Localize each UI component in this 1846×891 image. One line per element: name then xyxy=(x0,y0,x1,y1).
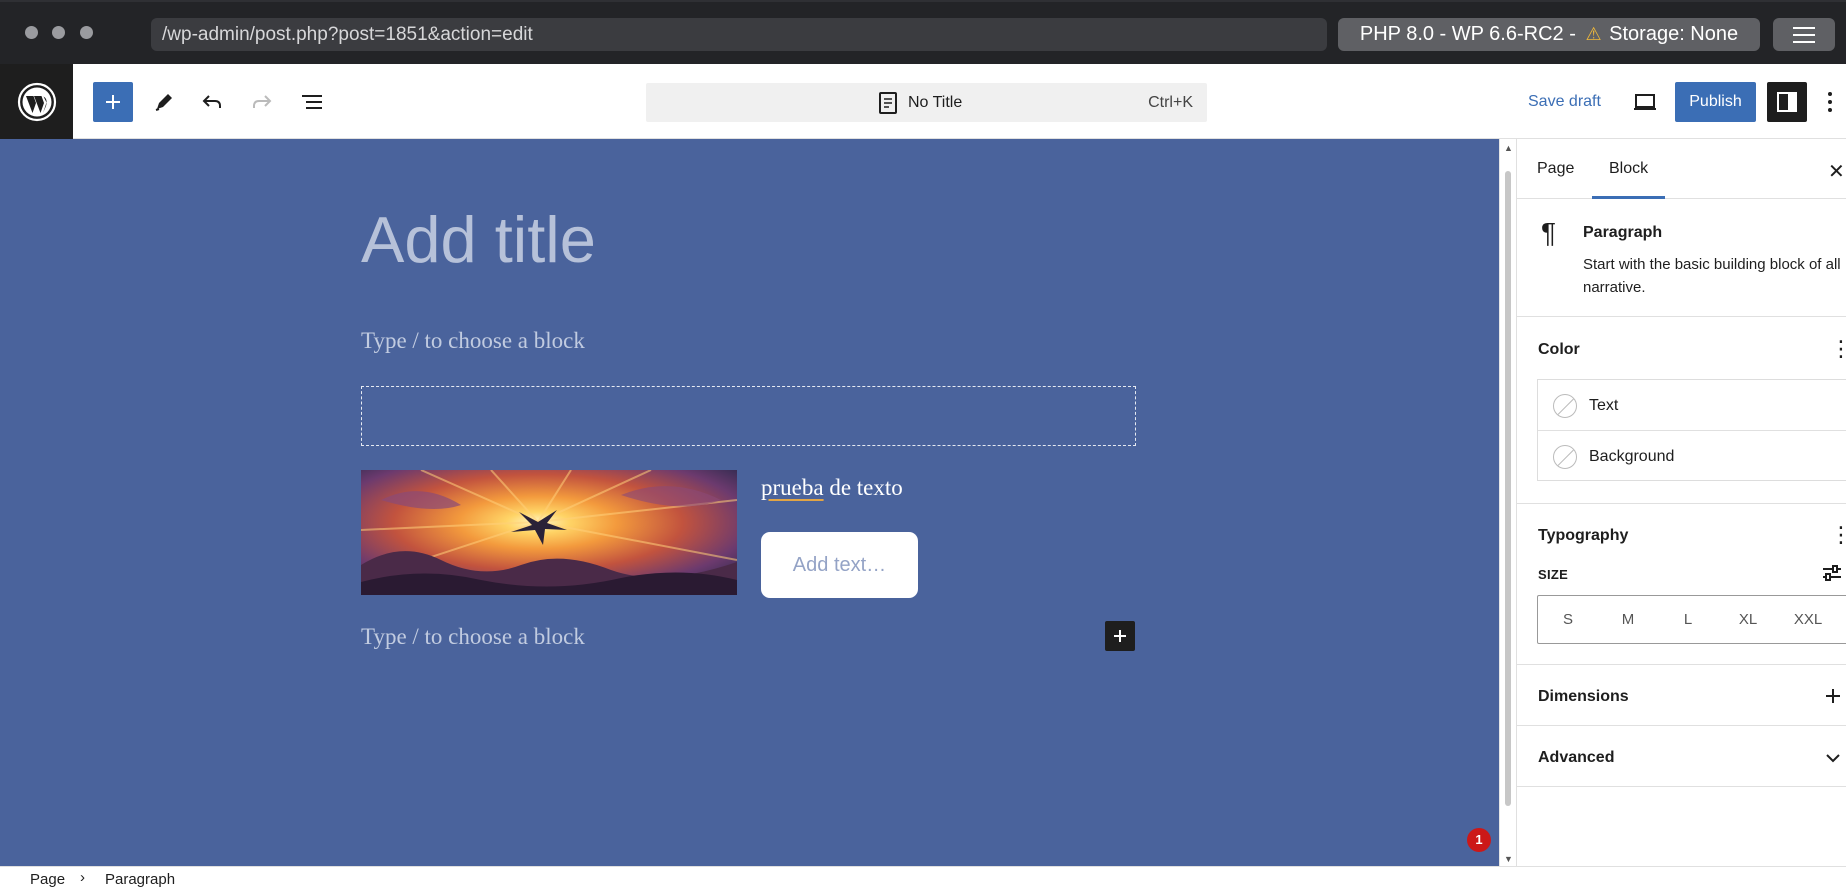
environment-text: PHP 8.0 - WP 6.6-RC2 - xyxy=(1359,23,1576,45)
browser-chrome: /wp-admin/post.php?post=1851&action=edit… xyxy=(0,0,1846,64)
font-size-picker: S M L XL XXL xyxy=(1537,595,1846,644)
settings-sidebar: Page Block ✕ ¶ Paragraph Start with the … xyxy=(1516,139,1846,866)
editor-canvas: Add title Type / to choose a block prueb… xyxy=(0,139,1499,866)
add-block-button[interactable] xyxy=(1105,621,1135,651)
close-icon[interactable]: ✕ xyxy=(1828,159,1845,184)
redo-button[interactable] xyxy=(242,82,282,122)
more-vertical-icon xyxy=(1828,92,1832,112)
settings-sidebar-toggle[interactable] xyxy=(1767,82,1807,122)
wordpress-logo-button[interactable] xyxy=(0,64,73,139)
block-name: Paragraph xyxy=(1583,224,1663,241)
notice-badge[interactable]: 1 xyxy=(1467,828,1491,852)
wordpress-icon xyxy=(17,82,56,121)
font-size-s[interactable]: S xyxy=(1538,596,1598,643)
sidebar-icon xyxy=(1777,92,1797,112)
dimensions-panel-title[interactable]: Dimensions xyxy=(1538,688,1629,706)
undo-button[interactable] xyxy=(192,82,232,122)
scrollbar-thumb[interactable] xyxy=(1505,171,1511,806)
document-icon xyxy=(879,92,897,114)
font-size-label: SIZE xyxy=(1538,567,1569,582)
background-color-option[interactable]: Background xyxy=(1538,431,1846,481)
redo-icon xyxy=(253,95,272,108)
undo-icon xyxy=(202,95,221,108)
command-palette-bar[interactable]: No Title Ctrl+K xyxy=(646,83,1207,122)
divider xyxy=(1517,786,1846,787)
list-view-icon xyxy=(302,95,322,109)
media-text-rest: de texto xyxy=(823,475,903,500)
breadcrumb-paragraph[interactable]: Paragraph xyxy=(105,871,175,888)
options-menu-button[interactable] xyxy=(1815,82,1845,122)
document-title: No Title xyxy=(908,94,963,111)
paragraph-placeholder[interactable]: Type / to choose a block xyxy=(361,328,585,354)
post-title-input[interactable]: Add title xyxy=(361,202,596,277)
chevron-right-icon: › xyxy=(80,869,85,886)
window-minimize-dot[interactable] xyxy=(52,26,65,39)
browser-menu-button[interactable] xyxy=(1773,18,1835,51)
typography-panel-title: Typography xyxy=(1538,527,1629,544)
color-settings: Text Background xyxy=(1537,379,1846,481)
tab-block[interactable]: Block xyxy=(1592,139,1666,199)
custom-size-icon[interactable] xyxy=(1821,563,1843,583)
more-vertical-icon[interactable]: ⋮ xyxy=(1830,524,1846,546)
environment-badge[interactable]: PHP 8.0 - WP 6.6-RC2 - ⚠ Storage: None xyxy=(1338,18,1760,51)
scroll-down-icon[interactable]: ▼ xyxy=(1504,854,1513,864)
plus-icon[interactable] xyxy=(1824,687,1842,705)
editor-toolbar: No Title Ctrl+K Save draft Publish xyxy=(0,64,1846,139)
background-color-label: Background xyxy=(1589,448,1675,465)
media-text-paragraph[interactable]: prueba de texto xyxy=(761,475,903,501)
block-breadcrumb: Page › Paragraph xyxy=(0,866,1846,891)
font-size-m[interactable]: M xyxy=(1598,596,1658,643)
block-card: ¶ Paragraph Start with the basic buildin… xyxy=(1517,199,1846,317)
block-inserter-button[interactable] xyxy=(93,82,133,122)
divider xyxy=(1517,664,1846,665)
address-bar[interactable]: /wp-admin/post.php?post=1851&action=edit xyxy=(151,18,1327,51)
spellcheck-word: prueba xyxy=(761,475,824,500)
tab-page[interactable]: Page xyxy=(1537,139,1574,199)
text-color-label: Text xyxy=(1589,397,1619,414)
more-vertical-icon[interactable]: ⋮ xyxy=(1830,338,1846,360)
window-zoom-dot[interactable] xyxy=(80,26,93,39)
warning-icon: ⚠ xyxy=(1585,24,1602,44)
paragraph-icon: ¶ xyxy=(1541,217,1557,248)
preview-button[interactable] xyxy=(1625,82,1665,122)
laptop-icon xyxy=(1634,94,1656,110)
scroll-up-icon[interactable]: ▲ xyxy=(1504,143,1513,153)
empty-block-placeholder[interactable] xyxy=(361,386,1136,446)
no-color-swatch-icon xyxy=(1553,445,1577,469)
chevron-down-icon[interactable] xyxy=(1824,750,1842,766)
document-overview-button[interactable] xyxy=(292,82,332,122)
font-size-l[interactable]: L xyxy=(1658,596,1718,643)
divider xyxy=(1517,503,1846,504)
hamburger-icon xyxy=(1793,33,1815,36)
sidebar-tabs: Page Block ✕ xyxy=(1517,139,1846,199)
canvas-scrollbar[interactable]: ▲ ▼ xyxy=(1499,139,1516,866)
plus-icon xyxy=(1114,630,1126,642)
save-draft-button[interactable]: Save draft xyxy=(1528,82,1601,122)
pencil-icon xyxy=(155,94,172,111)
keyboard-shortcut: Ctrl+K xyxy=(1148,94,1193,111)
text-color-option[interactable]: Text xyxy=(1538,380,1846,430)
paragraph-placeholder-selected[interactable]: Type / to choose a block xyxy=(361,624,585,650)
plus-icon xyxy=(106,95,120,109)
button-block[interactable]: Add text… xyxy=(761,532,918,598)
tools-button[interactable] xyxy=(144,82,184,122)
no-color-swatch-icon xyxy=(1553,394,1577,418)
window-close-dot[interactable] xyxy=(25,26,38,39)
sunburst-phoenix-illustration xyxy=(361,470,737,595)
publish-button[interactable]: Publish xyxy=(1675,82,1756,122)
media-image[interactable] xyxy=(361,470,737,595)
font-size-xl[interactable]: XL xyxy=(1718,596,1778,643)
divider xyxy=(1517,725,1846,726)
advanced-panel-title[interactable]: Advanced xyxy=(1538,749,1614,767)
storage-text: Storage: None xyxy=(1609,23,1739,45)
block-description: Start with the basic building block of a… xyxy=(1583,256,1841,296)
color-panel-title: Color xyxy=(1538,341,1580,358)
breadcrumb-page[interactable]: Page xyxy=(30,871,65,888)
font-size-xxl[interactable]: XXL xyxy=(1778,596,1838,643)
